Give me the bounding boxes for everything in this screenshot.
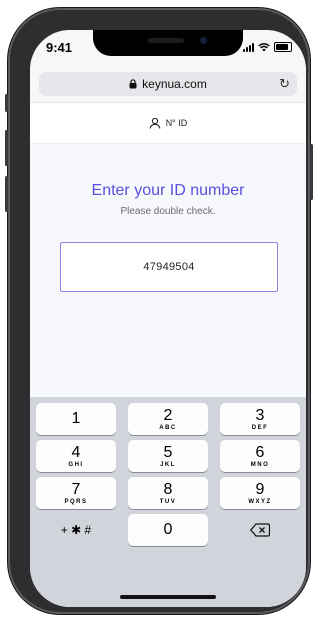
key-0[interactable]: 0 bbox=[128, 514, 208, 546]
key-2[interactable]: 2 ABC bbox=[128, 403, 208, 435]
key-letters: ABC bbox=[159, 424, 177, 431]
front-camera bbox=[200, 37, 207, 44]
status-icons bbox=[243, 42, 292, 52]
key-letters: DEF bbox=[251, 424, 269, 431]
symbols-key[interactable]: + ✱ # bbox=[36, 514, 116, 546]
key-number: 4 bbox=[71, 443, 81, 461]
screen: 9:41 keynua.com ↻ N° ID Enter your ID nu… bbox=[30, 30, 306, 607]
address-bar[interactable]: keynua.com ↻ bbox=[39, 72, 297, 96]
volume-down-button bbox=[5, 176, 8, 212]
key-number: 5 bbox=[163, 443, 173, 461]
key-number: 8 bbox=[163, 480, 173, 498]
key-4[interactable]: 4 GHI bbox=[36, 440, 116, 472]
page-title: Enter your ID number bbox=[91, 182, 245, 199]
key-number: 2 bbox=[163, 406, 173, 424]
key-1[interactable]: 1 bbox=[36, 403, 116, 435]
key-letters: MNO bbox=[250, 461, 270, 468]
page-header: N° ID bbox=[30, 103, 306, 144]
key-6[interactable]: 6 MNO bbox=[220, 440, 300, 472]
key-number: 6 bbox=[255, 443, 265, 461]
power-button bbox=[310, 144, 313, 200]
key-number: 0 bbox=[163, 521, 173, 538]
symbols-label: + ✱ # bbox=[60, 523, 92, 537]
key-letters: PQRS bbox=[64, 498, 88, 505]
key-5[interactable]: 5 JKL bbox=[128, 440, 208, 472]
notch bbox=[93, 30, 243, 56]
battery-icon bbox=[274, 42, 292, 52]
mute-switch bbox=[5, 94, 8, 112]
header-label: N° ID bbox=[165, 118, 188, 128]
status-time: 9:41 bbox=[46, 40, 73, 55]
page-subtitle: Please double check. bbox=[120, 206, 216, 217]
key-9[interactable]: 9 WXYZ bbox=[220, 477, 300, 509]
url-text: keynua.com bbox=[142, 77, 207, 91]
key-letters: JKL bbox=[160, 461, 176, 468]
home-indicator[interactable] bbox=[120, 595, 216, 599]
key-7[interactable]: 7 PQRS bbox=[36, 477, 116, 509]
key-letters: TUV bbox=[159, 498, 177, 505]
signal-icon bbox=[243, 42, 254, 52]
speaker bbox=[148, 38, 184, 43]
key-8[interactable]: 8 TUV bbox=[128, 477, 208, 509]
main-content: Enter your ID number Please double check… bbox=[30, 144, 306, 292]
volume-up-button bbox=[5, 130, 8, 166]
key-letters: GHI bbox=[68, 461, 84, 468]
reload-icon[interactable]: ↻ bbox=[279, 76, 290, 92]
key-letters: WXYZ bbox=[248, 498, 272, 505]
delete-key[interactable] bbox=[220, 514, 300, 546]
wifi-icon bbox=[258, 43, 270, 52]
backspace-icon bbox=[250, 523, 270, 537]
key-number: 3 bbox=[255, 406, 265, 424]
numeric-keypad: 1 2 ABC 3 DEF 4 GHI 5 JKL 6 MNO 7 PQRS 8 bbox=[30, 397, 306, 607]
lock-icon bbox=[129, 79, 137, 89]
key-number: 9 bbox=[255, 480, 265, 498]
id-number-input[interactable]: 47949504 bbox=[60, 242, 278, 292]
key-number: 1 bbox=[71, 409, 81, 427]
browser-toolbar: keynua.com ↻ bbox=[30, 66, 306, 103]
user-icon bbox=[149, 117, 161, 129]
key-number: 7 bbox=[71, 480, 81, 498]
key-3[interactable]: 3 DEF bbox=[220, 403, 300, 435]
